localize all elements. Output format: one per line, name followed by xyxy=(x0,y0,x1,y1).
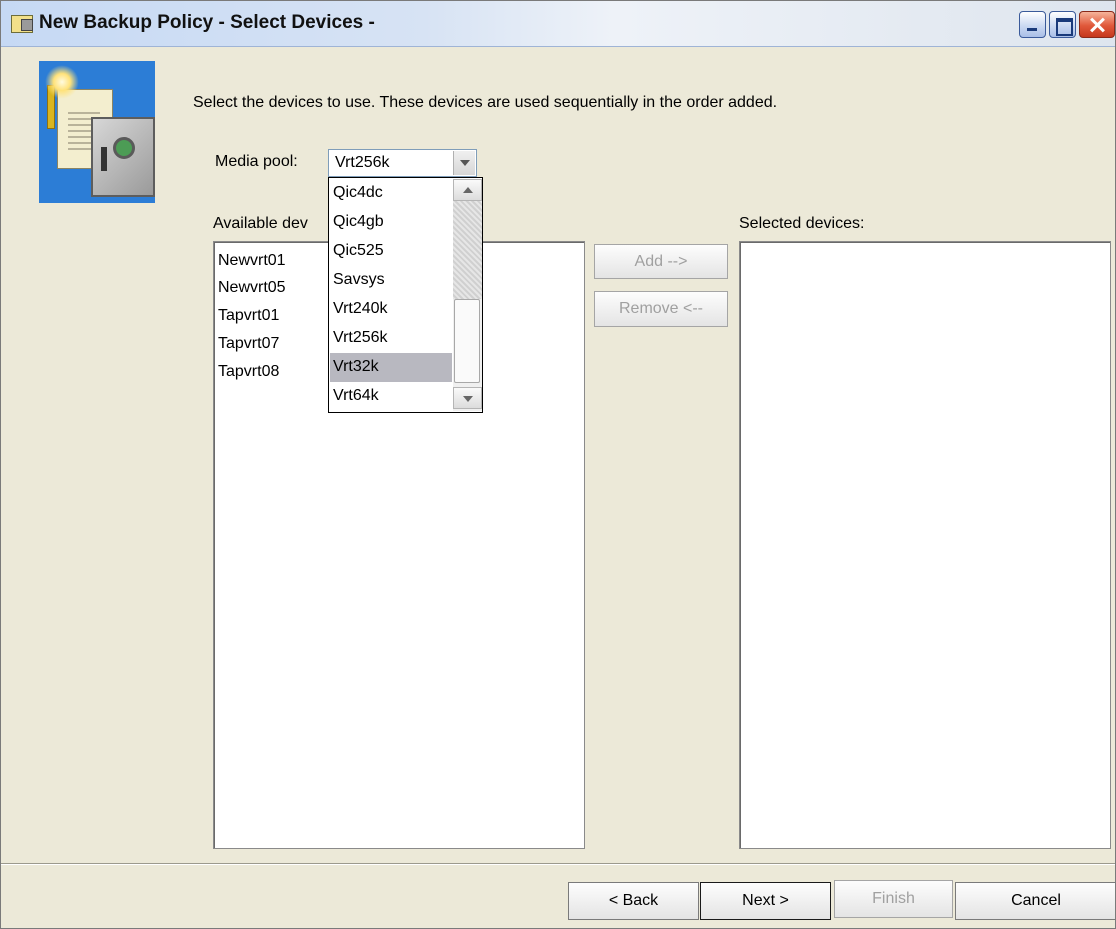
selected-devices-label: Selected devices: xyxy=(739,215,865,232)
dropdown-option[interactable]: Vrt240k xyxy=(330,295,452,324)
dropdown-option[interactable]: Qic4gb xyxy=(330,208,452,237)
title-bar[interactable]: New Backup Policy - Select Devices - xyxy=(1,1,1115,47)
list-item[interactable]: Newvrt05 xyxy=(218,279,286,297)
backup-policy-window: New Backup Policy - Select Devices - Sel… xyxy=(0,0,1116,929)
media-pool-dropdown[interactable]: Vrt256k xyxy=(328,149,477,177)
list-item[interactable]: Tapvrt08 xyxy=(218,363,279,381)
dropdown-option[interactable]: Vrt256k xyxy=(330,324,452,353)
safe-handle xyxy=(101,147,107,171)
cancel-button[interactable]: Cancel xyxy=(955,882,1115,920)
back-button[interactable]: < Back xyxy=(568,882,699,920)
media-pool-dropdown-list[interactable]: Qic4dc Qic4gb Qic525 Savsys Vrt240k Vrt2… xyxy=(328,177,483,413)
list-item[interactable]: Tapvrt01 xyxy=(218,307,279,325)
wizard-instruction: Select the devices to use. These devices… xyxy=(193,94,778,111)
scroll-up-icon[interactable] xyxy=(453,179,482,201)
dropdown-option-highlighted[interactable]: Vrt32k xyxy=(330,353,452,382)
list-item[interactable]: Tapvrt07 xyxy=(218,335,279,353)
light-flare xyxy=(45,65,79,99)
scrollbar-thumb[interactable] xyxy=(454,299,480,383)
dropdown-option[interactable]: Qic4dc xyxy=(330,179,452,208)
finish-button[interactable]: Finish xyxy=(834,880,953,918)
remove-button[interactable]: Remove <-- xyxy=(594,291,728,327)
dropdown-option[interactable]: Vrt64k xyxy=(330,382,452,411)
maximize-icon[interactable] xyxy=(1049,11,1076,38)
add-button[interactable]: Add --> xyxy=(594,244,728,279)
available-devices-label: Available dev xyxy=(213,215,308,232)
selected-devices-list[interactable] xyxy=(739,241,1111,849)
dropdown-option[interactable]: Savsys xyxy=(330,266,452,295)
safe-graphic xyxy=(91,117,155,197)
close-icon[interactable] xyxy=(1079,11,1115,38)
chevron-down-icon[interactable] xyxy=(453,151,475,175)
dropdown-option[interactable]: Qic525 xyxy=(330,237,452,266)
safe-dial xyxy=(113,137,135,159)
safe-document-key-image xyxy=(39,61,155,203)
media-pool-label: Media pool: xyxy=(215,153,298,170)
dropdown-scrollbar[interactable] xyxy=(453,179,482,411)
scrollbar-track[interactable] xyxy=(453,199,482,299)
list-item[interactable]: Newvrt01 xyxy=(218,252,286,270)
next-button[interactable]: Next > xyxy=(700,882,831,920)
minimize-icon[interactable] xyxy=(1019,11,1046,38)
footer-divider xyxy=(1,863,1115,865)
window-title: New Backup Policy - Select Devices - xyxy=(39,12,375,33)
media-pool-value: Vrt256k xyxy=(335,154,390,171)
backup-policy-icon xyxy=(11,15,33,33)
scroll-down-icon[interactable] xyxy=(453,387,482,409)
